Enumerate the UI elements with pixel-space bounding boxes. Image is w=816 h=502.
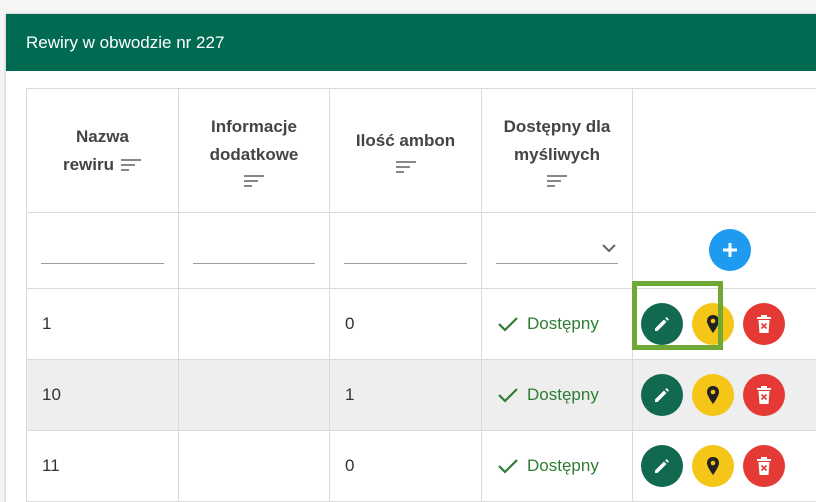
trash-icon: [757, 386, 771, 404]
reviry-table: Nazwa rewiru Informacje dodatkowe Ilość …: [26, 88, 816, 502]
column-header-name[interactable]: Nazwa rewiru: [26, 88, 179, 213]
column-name-label-1: Nazwa: [76, 126, 129, 146]
edit-button[interactable]: [641, 374, 683, 416]
check-icon: [498, 388, 518, 403]
delete-button[interactable]: [743, 374, 785, 416]
cell-info: [178, 359, 330, 431]
cell-count: 0: [329, 430, 482, 502]
column-info-label-2: dodatkowe: [209, 144, 299, 164]
filter-select-availability[interactable]: [496, 234, 618, 264]
cell-actions: [632, 281, 816, 360]
cell-info: [178, 430, 330, 502]
add-rewir-button[interactable]: [708, 229, 751, 271]
status-label: Dostępny: [527, 314, 599, 333]
filter-cell-count: [329, 212, 482, 289]
column-header-availability[interactable]: Dostępny dla myśliwych: [481, 88, 633, 213]
filter-input-count[interactable]: [344, 234, 467, 264]
cell-count: 1: [329, 359, 482, 431]
status-label: Dostępny: [527, 385, 599, 404]
pencil-icon: [655, 317, 669, 331]
table-header-row: Nazwa rewiru Informacje dodatkowe Ilość …: [26, 88, 816, 213]
map-button[interactable]: [692, 374, 734, 416]
column-info-label-1: Informacje: [211, 116, 297, 136]
card-title: Rewiry w obwodzie nr 227: [26, 32, 225, 52]
column-header-info[interactable]: Informacje dodatkowe: [178, 88, 330, 213]
filter-row: [26, 212, 816, 289]
cell-status: Dostępny: [481, 288, 633, 360]
table-row: 10 1 Dostępny: [26, 359, 816, 431]
filter-cell-info: [178, 212, 330, 289]
trash-icon: [757, 315, 771, 333]
sort-icon[interactable]: [120, 157, 142, 173]
filter-cell-availability: [481, 212, 633, 289]
cell-name: 1: [26, 288, 179, 360]
sort-icon[interactable]: [546, 173, 568, 189]
column-avail-label-2: myśliwych: [514, 144, 600, 164]
cell-count: 0: [329, 288, 482, 360]
status-label: Dostępny: [527, 456, 599, 475]
map-marker-icon: [707, 386, 719, 404]
delete-button[interactable]: [743, 303, 785, 345]
filter-input-name[interactable]: [41, 234, 164, 264]
map-marker-icon: [707, 315, 719, 333]
map-button[interactable]: [692, 445, 734, 487]
column-avail-label-1: Dostępny dla: [503, 116, 611, 136]
filter-cell-name: [26, 212, 179, 289]
map-marker-icon: [707, 457, 719, 475]
check-icon: [498, 459, 518, 474]
edit-button[interactable]: [641, 303, 683, 345]
sort-icon[interactable]: [395, 159, 417, 175]
cell-actions: [632, 430, 816, 502]
pencil-icon: [655, 459, 669, 473]
cell-actions: [632, 359, 816, 431]
map-button[interactable]: [692, 303, 734, 345]
column-header-actions: [632, 88, 816, 213]
cell-status: Dostępny: [481, 359, 633, 431]
table-row: 1 0 Dostępny: [26, 281, 816, 360]
column-header-count[interactable]: Ilość ambon: [329, 88, 482, 213]
sort-icon[interactable]: [243, 173, 265, 189]
filter-cell-actions: [632, 212, 816, 289]
trash-icon: [757, 457, 771, 475]
table-row: 11 0 Dostępny: [26, 430, 816, 502]
filter-input-info[interactable]: [193, 234, 315, 264]
card-header: Rewiry w obwodzie nr 227: [6, 14, 816, 71]
cell-name: 11: [26, 430, 179, 502]
chevron-down-icon: [602, 244, 616, 253]
cell-info: [178, 288, 330, 360]
column-count-label: Ilość ambon: [355, 130, 456, 150]
delete-button[interactable]: [743, 445, 785, 487]
cell-name: 10: [26, 359, 179, 431]
cell-status: Dostępny: [481, 430, 633, 502]
pencil-icon: [655, 388, 669, 402]
reviry-card: Rewiry w obwodzie nr 227 Nazwa rewiru In…: [6, 14, 816, 502]
column-name-label-2: rewiru: [62, 154, 115, 174]
edit-button[interactable]: [641, 445, 683, 487]
plus-icon: [722, 243, 737, 257]
check-icon: [498, 317, 518, 332]
